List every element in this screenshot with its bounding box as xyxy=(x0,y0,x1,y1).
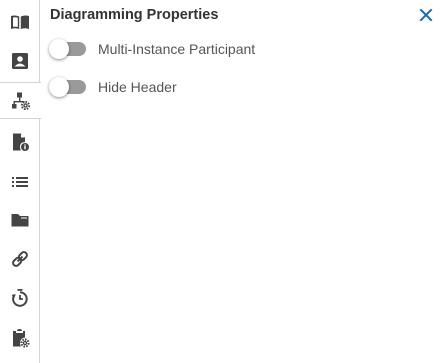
sidebar-item-list[interactable] xyxy=(0,163,39,200)
sidebar-item-link[interactable] xyxy=(0,240,39,277)
folder-icon xyxy=(11,213,28,226)
properties-app: Diagramming Properties Multi-Instance Pa… xyxy=(0,0,440,363)
contact-card-icon xyxy=(11,52,28,69)
document-info-icon xyxy=(12,133,29,151)
properties-panel: Diagramming Properties Multi-Instance Pa… xyxy=(40,0,440,363)
close-button[interactable] xyxy=(418,7,434,23)
sidebar-item-diagramming[interactable] xyxy=(0,82,41,119)
multi-instance-toggle[interactable] xyxy=(48,39,88,59)
sidebar-item-folder[interactable] xyxy=(0,201,39,238)
hide-header-toggle[interactable] xyxy=(48,77,88,97)
list-icon xyxy=(11,176,28,187)
link-icon xyxy=(11,250,28,267)
sidebar-item-clipboard[interactable] xyxy=(0,319,39,356)
sidebar-item-book[interactable] xyxy=(0,3,39,40)
toggle-knob xyxy=(49,39,69,59)
clipboard-settings-icon xyxy=(12,328,30,348)
sidebar xyxy=(0,0,41,363)
sidebar-item-timer[interactable] xyxy=(0,279,39,316)
sidebar-item-contact[interactable] xyxy=(0,42,39,79)
hide-header-label: Hide Header xyxy=(98,79,177,95)
timer-refresh-icon xyxy=(11,288,28,307)
close-icon xyxy=(419,8,433,22)
multi-instance-label: Multi-Instance Participant xyxy=(98,41,256,57)
book-icon xyxy=(10,15,29,29)
diagram-settings-icon xyxy=(11,92,30,110)
toggle-row-hide-header: Hide Header xyxy=(48,77,177,97)
toggle-knob xyxy=(49,77,69,97)
panel-title: Diagramming Properties xyxy=(50,7,219,23)
sidebar-item-document-info[interactable] xyxy=(0,123,39,160)
toggle-row-multi-instance: Multi-Instance Participant xyxy=(48,39,255,59)
